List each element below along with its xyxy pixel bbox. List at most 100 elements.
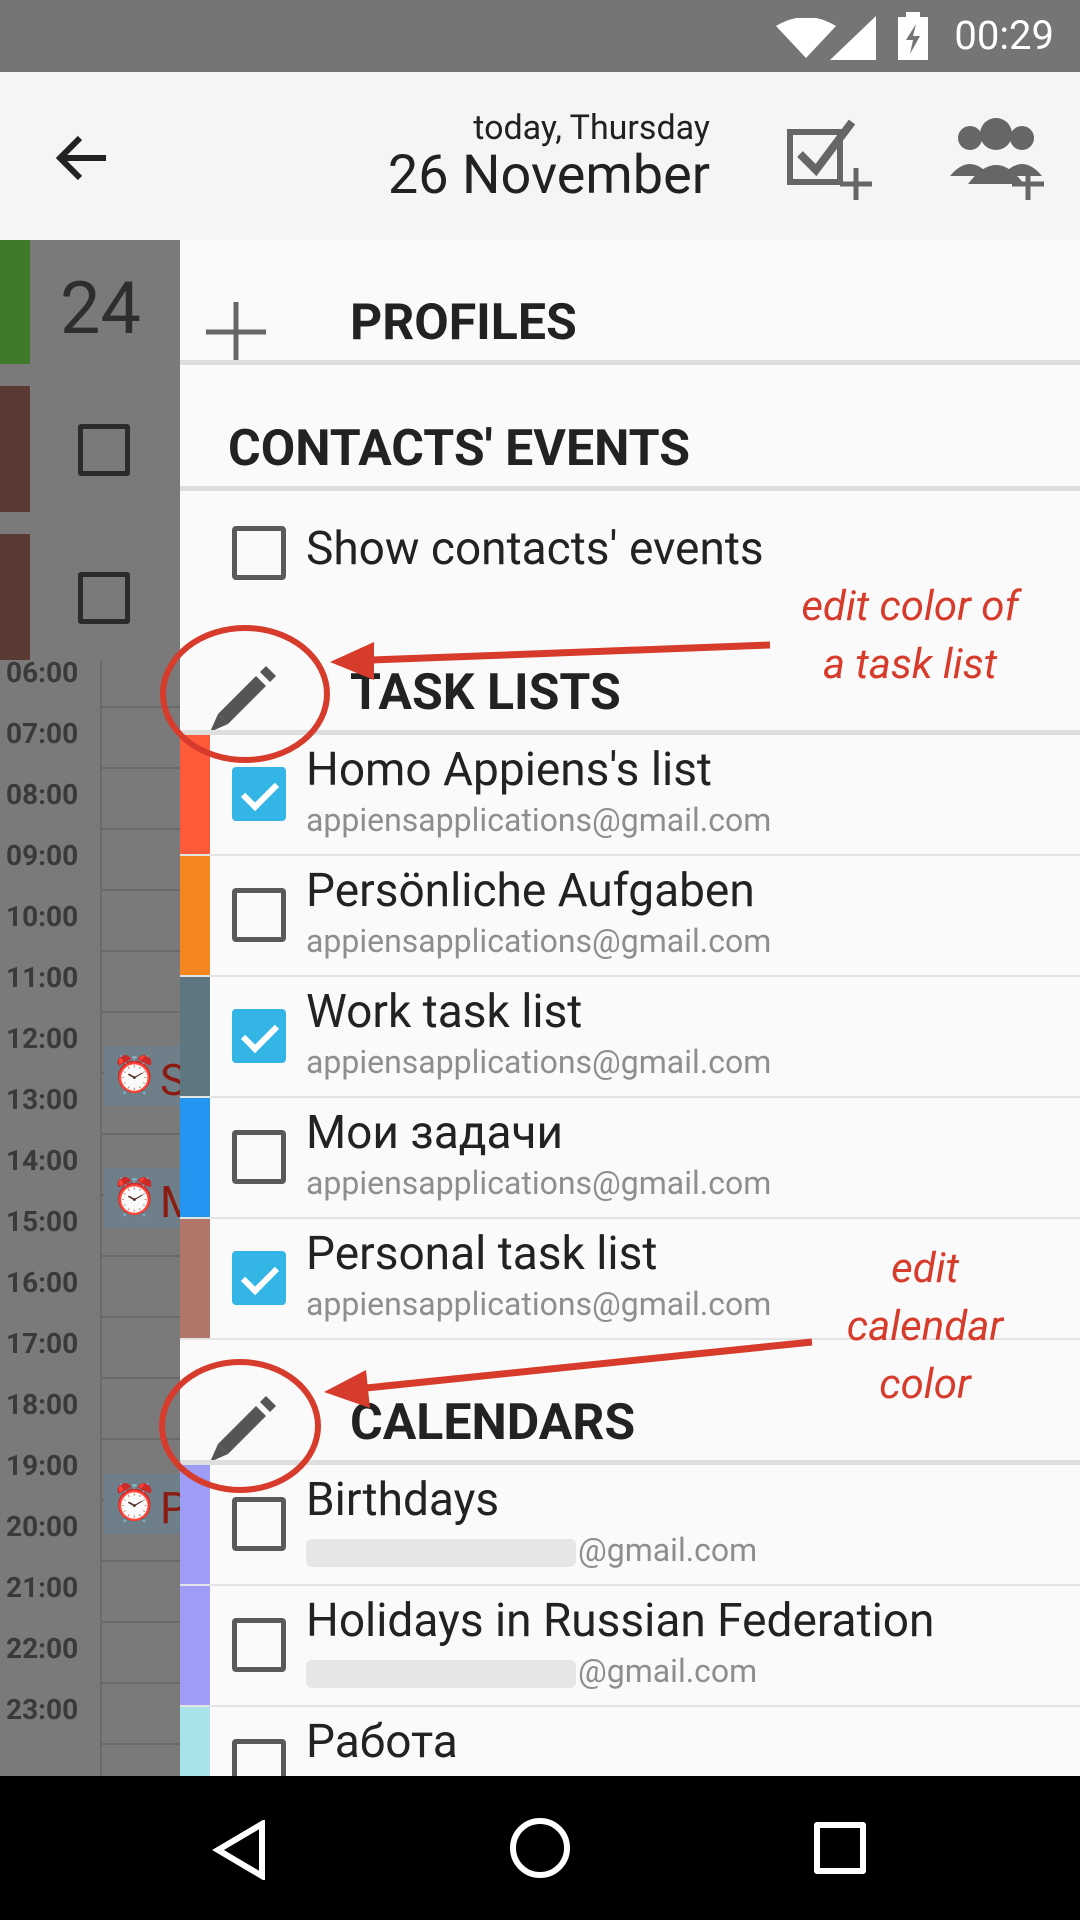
task-list-title[interactable]: Homo Appiens's list [306,743,712,797]
hour-label: 11:00 [6,961,79,994]
add-contacts-icon[interactable] [946,112,1046,200]
calendar-checkbox[interactable] [232,1739,286,1776]
row-divider [180,1584,1080,1586]
task-list-title[interactable]: Persönliche Aufgaben [306,864,755,918]
nav-back-icon[interactable] [212,1820,268,1880]
hour-label: 16:00 [6,1266,79,1299]
task-list-account: appiensapplications@gmail.com [306,1164,772,1202]
task-list-title[interactable]: Work task list [306,985,582,1039]
task-list-checkbox[interactable] [232,767,286,821]
calendar-color-stripe[interactable] [180,1707,210,1776]
contacts-events-header: CONTACTS' EVENTS [228,420,691,478]
calendar-color-stripe[interactable] [180,1586,210,1707]
nav-home-icon[interactable] [510,1818,570,1878]
hour-label: 18:00 [6,1388,79,1421]
hour-gridline [100,1621,180,1623]
hour-gridline [100,1560,180,1562]
task-list-color-stripe[interactable] [180,735,210,856]
hour-label: 20:00 [6,1510,79,1543]
hour-gridline [100,1133,180,1135]
date-subtitle: today, Thursday [473,108,710,148]
task-list-checkbox[interactable] [232,888,286,942]
edit-calendar-color-icon[interactable] [204,1388,280,1464]
wifi-icon [776,18,836,58]
hour-label: 13:00 [6,1083,79,1116]
row-divider [180,1705,1080,1707]
hour-gridline [100,1011,180,1013]
app-bar: today, Thursday 26 November [0,72,1080,240]
calendar-title[interactable]: Работа [306,1715,458,1769]
hour-gridline [100,950,180,952]
row-divider [180,975,1080,977]
date-title[interactable]: 26 November [388,144,710,207]
task-lists-header: TASK LISTS [350,664,621,722]
task-list-account: appiensapplications@gmail.com [306,922,772,960]
hour-gridline [100,828,180,830]
calendar-checkbox[interactable] [232,1497,286,1551]
divider [180,1460,1080,1465]
edit-task-list-color-icon[interactable] [204,658,280,734]
status-bar: 00:29 [0,0,1080,72]
task-list-color-stripe[interactable] [180,1219,210,1340]
task-list-color-stripe[interactable] [180,977,210,1098]
row-divider [180,1096,1080,1098]
task-list-color-stripe[interactable] [180,1098,210,1219]
hour-label: 14:00 [6,1144,79,1177]
task-list-color-stripe[interactable] [180,856,210,977]
task-list-title[interactable]: Мои задачи [306,1106,563,1160]
hour-label: 08:00 [6,778,79,811]
hour-gridline [100,1682,180,1684]
task-checkbox [78,424,130,476]
show-contacts-checkbox[interactable] [232,526,286,580]
event-chip [0,534,30,660]
row-divider [180,854,1080,856]
redacted-email [306,1538,576,1567]
hour-gridline [100,767,180,769]
calendar-background: 24 06:00 07:00 08:00 09:00 10:00 11:00 12:00 13… [0,240,180,1776]
signal-icon [830,16,876,60]
hour-gridline [100,1255,180,1257]
event-chip [0,386,30,512]
profiles-header: PROFILES [350,294,577,352]
status-time: 00:29 [954,12,1054,59]
hour-label: 22:00 [6,1632,79,1665]
divider [180,360,1080,365]
hour-gridline [100,1316,180,1318]
redacted-email [306,1659,576,1688]
event-block: ⏰ P [104,1474,180,1534]
annotation-calendar-color: edit calendar color [846,1244,1004,1409]
hour-gridline [100,1438,180,1440]
calendar-title[interactable]: Holidays in Russian Federation [306,1594,934,1648]
task-list-account: appiensapplications@gmail.com [306,1285,772,1323]
hour-gridline [100,706,180,708]
task-list-checkbox[interactable] [232,1130,286,1184]
annotation-task-color: edit color of a task list [801,582,1019,689]
day-number: 24 [60,266,141,351]
task-checkbox [78,572,130,624]
calendar-checkbox[interactable] [232,1618,286,1672]
hour-label: 21:00 [6,1571,79,1604]
task-list-checkbox[interactable] [232,1251,286,1305]
calendar-title[interactable]: Birthdays [306,1473,499,1527]
navigation-drawer: PROFILES CONTACTS' EVENTS Show contacts'… [180,240,1080,1776]
hour-label: 07:00 [6,717,79,750]
nav-recents-icon[interactable] [814,1822,866,1874]
hour-label: 19:00 [6,1449,79,1482]
add-profile-icon[interactable] [206,302,266,362]
add-task-icon[interactable] [786,112,874,200]
row-divider [180,1217,1080,1219]
calendar-color-stripe[interactable] [180,1465,210,1586]
event-block: ⏰ M [104,1168,180,1228]
hour-label: 10:00 [6,900,79,933]
task-list-title[interactable]: Personal task list [306,1227,657,1281]
divider [180,486,1080,491]
system-nav-bar [0,1776,1080,1920]
event-block: ⏰ S [104,1046,180,1106]
show-contacts-label[interactable]: Show contacts' events [306,522,764,576]
hour-gridline [100,1743,180,1745]
hour-label: 23:00 [6,1693,79,1726]
task-list-checkbox[interactable] [232,1009,286,1063]
hour-label: 06:00 [6,656,79,689]
hour-gridline [100,1377,180,1379]
back-arrow-icon[interactable] [52,128,112,188]
